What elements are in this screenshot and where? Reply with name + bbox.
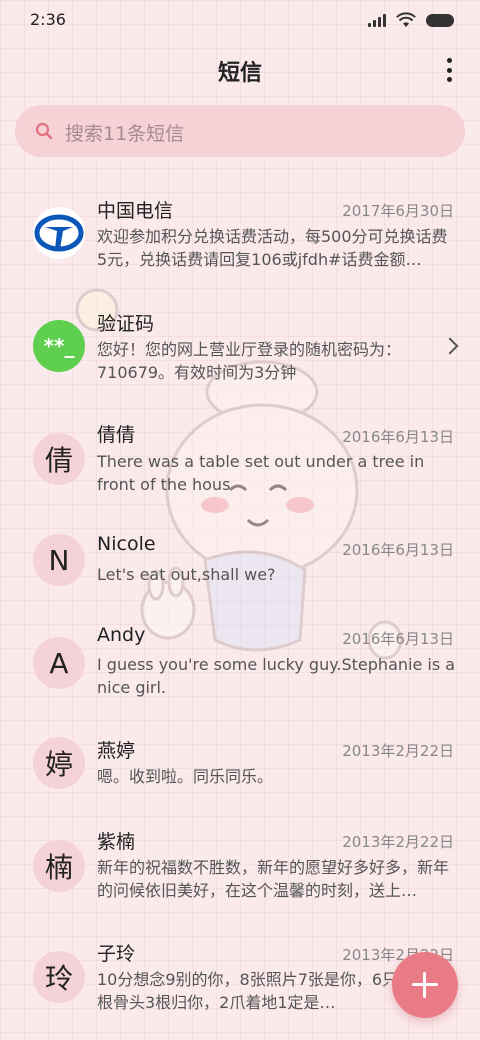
status-time: 2:36	[30, 10, 66, 29]
china-telecom-logo-icon	[33, 207, 85, 259]
message-preview: 嗯。收到啦。同乐同乐。	[97, 767, 274, 786]
search-input[interactable]: 搜索11条短信	[15, 105, 465, 157]
contact-name: 中国电信	[97, 200, 174, 222]
message-date: 2016年6月13日	[342, 630, 454, 648]
avatar: 楠	[33, 840, 85, 892]
contact-name: 验证码	[97, 313, 155, 335]
message-date: 2016年6月13日	[342, 541, 454, 559]
signal-icon	[368, 13, 386, 27]
search-placeholder: 搜索11条短信	[65, 123, 185, 145]
contact-name: 燕婷	[97, 740, 136, 762]
search-icon	[35, 122, 53, 140]
message-date: 2013年2月22日	[342, 742, 454, 760]
more-options-icon[interactable]	[444, 58, 454, 82]
status-bar: 2:36	[0, 0, 480, 40]
message-preview: 欢迎参加积分兑换话费活动，每500分可兑换话费5元，兑换话费请回复106或jfd…	[97, 227, 448, 269]
avatar-text: **_	[43, 334, 75, 358]
list-item[interactable]: 楠 紫楠 2013年2月22日 新年的祝福数不胜数，新年的愿望好多好多，新年的问…	[0, 813, 480, 926]
message-date: 2013年2月22日	[342, 833, 454, 851]
avatar: 倩	[33, 433, 85, 485]
avatar: 玲	[33, 951, 85, 1003]
list-item[interactable]: 倩 倩倩 2016年6月13日 There was a table set ou…	[0, 406, 480, 519]
verification-code-avatar: **_	[33, 320, 85, 372]
status-icons	[368, 12, 454, 28]
message-preview: 您好！您的网上营业厅登录的随机密码为：710679。有效时间为3分钟	[97, 340, 402, 382]
contact-name: 倩倩	[97, 424, 136, 446]
contact-name: Nicole	[97, 533, 156, 555]
message-preview: I guess you're some lucky guy.Stephanie …	[97, 655, 456, 697]
page-title: 短信	[217, 61, 262, 86]
message-preview: 新年的祝福数不胜数，新年的愿望好多好多，新年的问候依旧美好，在这个温馨的时刻，送…	[97, 858, 450, 900]
avatar: N	[33, 534, 85, 586]
contact-name: 紫楠	[97, 831, 136, 853]
wifi-icon	[396, 12, 416, 27]
battery-icon	[426, 13, 454, 27]
contact-name: Andy	[97, 624, 146, 646]
list-item[interactable]: A Andy 2016年6月13日 I guess you're some lu…	[0, 610, 480, 723]
message-date: 2017年6月30日	[342, 202, 454, 220]
new-message-button[interactable]	[392, 952, 458, 1018]
avatar: 婷	[33, 737, 85, 789]
list-item[interactable]: **_ 验证码 您好！您的网上营业厅登录的随机密码为：710679。有效时间为3…	[0, 293, 480, 406]
message-preview: Let's eat out,shall we?	[97, 565, 276, 584]
avatar: A	[33, 637, 85, 689]
message-preview: There was a table set out under a tree i…	[97, 452, 425, 494]
contact-name: 子玲	[97, 943, 136, 965]
message-date: 2016年6月13日	[342, 428, 454, 446]
list-item[interactable]: 中国电信 2017年6月30日 欢迎参加积分兑换话费活动，每500分可兑换话费5…	[0, 180, 480, 293]
